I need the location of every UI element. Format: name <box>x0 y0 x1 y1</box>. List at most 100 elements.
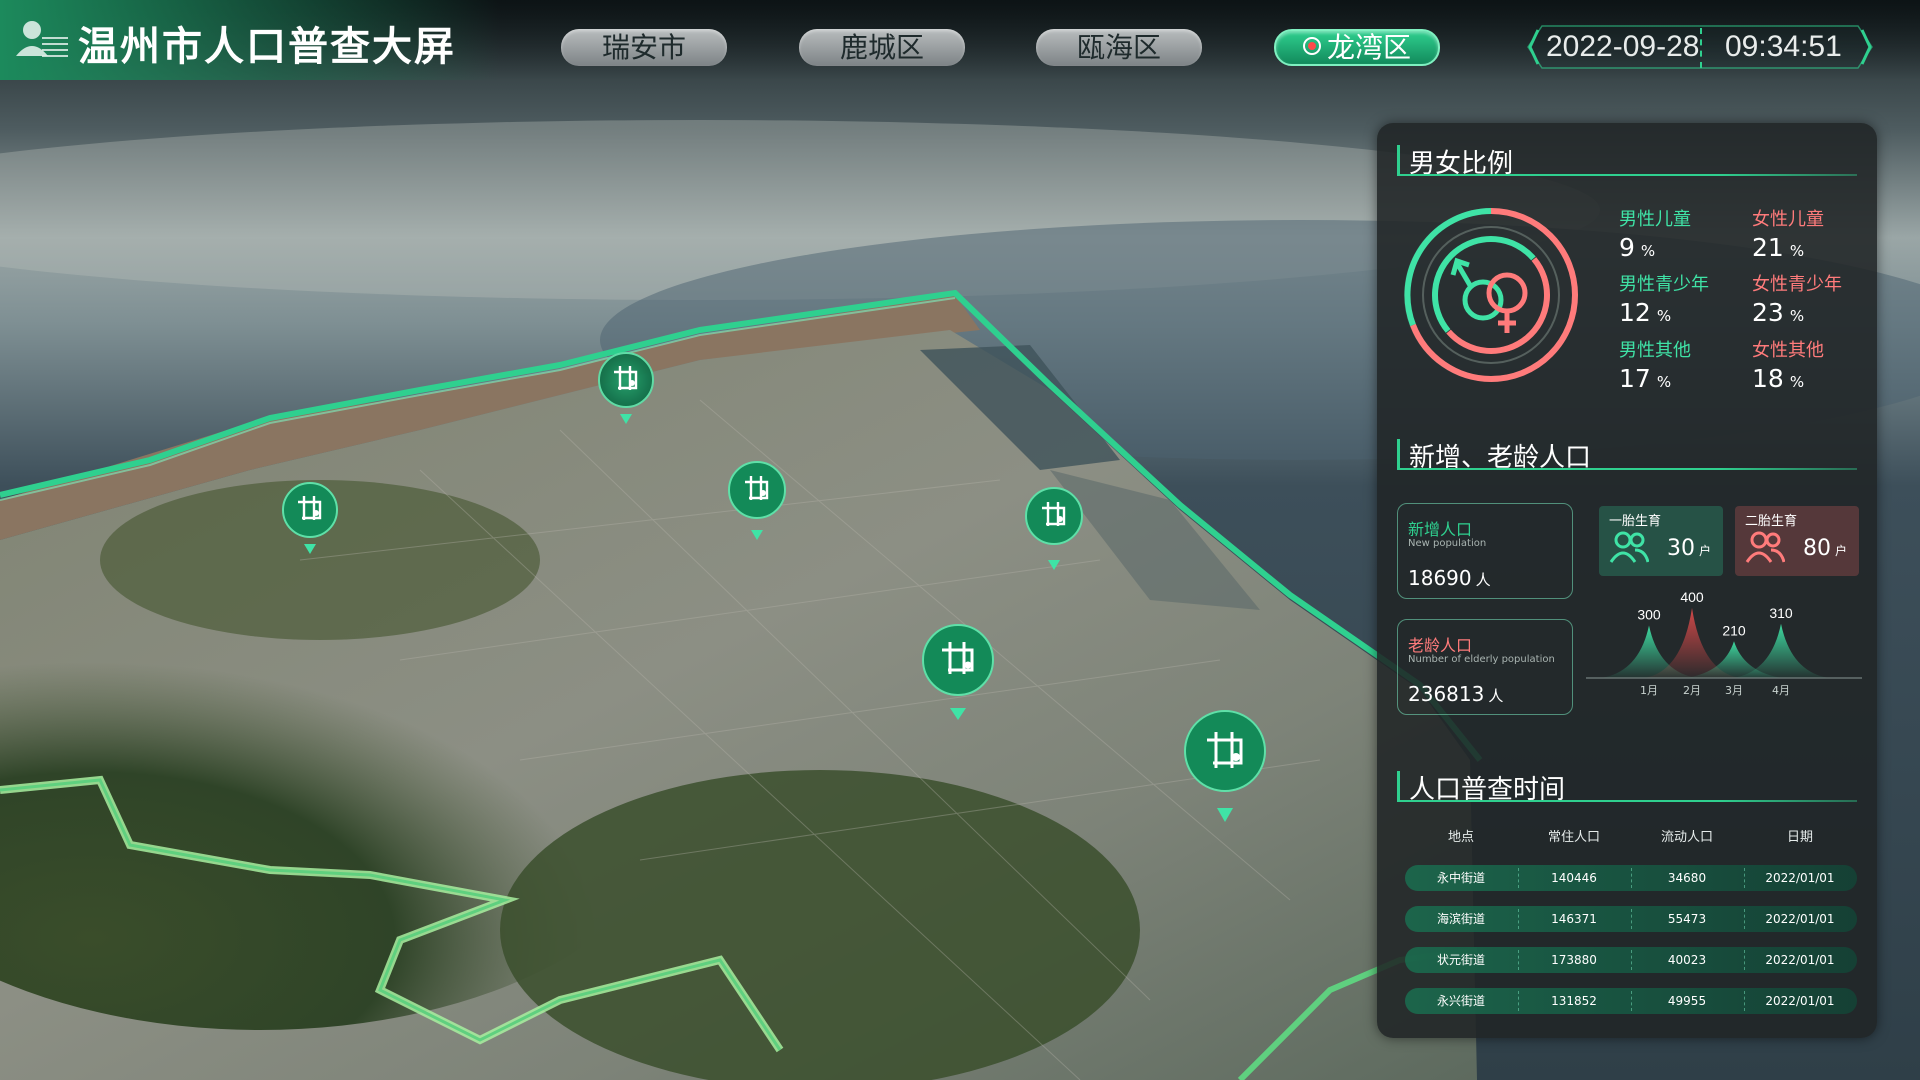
new-population-card: 新增人口 New population 18690 人 <box>1397 503 1573 599</box>
stat-number: 23 <box>1752 298 1784 327</box>
table-row[interactable]: 永中街道 140446 34680 2022/01/01 <box>1405 865 1857 891</box>
table-header: 日期 <box>1786 830 1813 845</box>
table-row[interactable]: 海滨街道 146371 55473 2022/01/01 <box>1405 906 1857 932</box>
table-cell: 永兴街道 <box>1436 994 1485 1008</box>
stat-female-teen: 女性青少年 23% <box>1752 270 1872 327</box>
gender-ratio-ring <box>1404 208 1578 382</box>
page-title: 温州市人口普查大屏 <box>78 24 456 70</box>
card-unit: 人 <box>1488 687 1504 705</box>
x-tick-label: 4月 <box>1772 684 1790 697</box>
table-cell: 34680 <box>1667 871 1707 885</box>
table-cell: 173880 <box>1551 953 1597 967</box>
stat-number: 12 <box>1619 298 1651 327</box>
title-banner: 温州市人口普查大屏 <box>0 0 500 80</box>
card-sublabel: New population <box>1408 538 1487 549</box>
birth-value: 80 户 <box>1803 536 1847 561</box>
data-label: 310 <box>1769 605 1793 621</box>
card-value: 18690 人 <box>1408 566 1491 590</box>
table-cell: 海滨街道 <box>1436 912 1485 926</box>
tab-label: 鹿城区 <box>839 31 924 64</box>
stat-number: 17 <box>1619 364 1651 393</box>
elderly-population-card: 老龄人口 Number of elderly population 236813… <box>1397 619 1573 715</box>
stat-value: 12% <box>1619 298 1739 327</box>
tab-label: 瑞安市 <box>601 31 686 64</box>
stat-label: 男性其他 <box>1619 340 1691 361</box>
section-divider <box>1397 800 1857 802</box>
table-cell: 146371 <box>1551 912 1597 926</box>
stat-number: 18 <box>1752 364 1784 393</box>
date-text: 2022-09-28 <box>1546 30 1700 63</box>
stats-panel: 男女比例 男性儿童 9% 女性儿童 21% 男性青少年 12% 女性青少年 23% 男性… <box>1377 123 1877 1038</box>
stat-unit: % <box>1656 373 1672 391</box>
stat-label: 女性其他 <box>1752 340 1824 361</box>
data-label: 400 <box>1680 589 1704 605</box>
birth-label: 一胎生育 <box>1609 514 1662 529</box>
table-cell: 2022/01/01 <box>1765 912 1835 926</box>
stat-unit: % <box>1656 307 1672 325</box>
stat-unit: % <box>1640 242 1656 260</box>
table-cell: 状元街道 <box>1436 953 1485 967</box>
tab-ouhai[interactable]: 瓯海区 <box>1036 29 1202 66</box>
stat-male-teen: 男性青少年 12% <box>1619 270 1739 327</box>
table-cell: 49955 <box>1667 994 1707 1008</box>
people-icon <box>1745 531 1785 563</box>
table-cell: 131852 <box>1551 994 1597 1008</box>
datetime-divider <box>1700 28 1702 68</box>
table-cell: 40023 <box>1667 953 1707 967</box>
birth-label: 二胎生育 <box>1745 514 1798 529</box>
gender-symbol-icon <box>1450 257 1528 333</box>
table-cell: 55473 <box>1667 912 1707 926</box>
tab-label: 龙湾区 <box>1326 31 1411 64</box>
births-area-chart: 300 1月 400 2月 210 3月 310 4月 <box>1586 589 1862 697</box>
x-tick-label: 2月 <box>1683 684 1701 697</box>
stat-value: 17% <box>1619 364 1739 393</box>
card-number: 236813 <box>1408 682 1485 706</box>
stat-female-other: 女性其他 18% <box>1752 336 1872 393</box>
birth-value: 30 户 <box>1667 536 1711 561</box>
tab-lucheng[interactable]: 鹿城区 <box>799 29 965 66</box>
card-number: 18690 <box>1408 566 1472 590</box>
population-logo-icon <box>16 21 68 57</box>
table-cell: 2022/01/01 <box>1765 953 1835 967</box>
table-header: 常住人口 <box>1547 830 1600 845</box>
birth-unit: 户 <box>1835 544 1848 558</box>
section-divider <box>1397 174 1857 176</box>
datetime-display: 2022-09-28 09:34:51 <box>1526 24 1874 70</box>
stat-label: 男性青少年 <box>1619 274 1709 295</box>
card-value: 236813 人 <box>1408 682 1503 706</box>
birth-number: 80 <box>1803 536 1831 561</box>
card-unit: 人 <box>1475 571 1491 589</box>
table-header: 地点 <box>1447 830 1474 845</box>
table-row[interactable]: 永兴街道 131852 49955 2022/01/01 <box>1405 988 1857 1014</box>
stat-label: 女性青少年 <box>1752 274 1842 295</box>
section-divider <box>1397 468 1857 470</box>
stat-value: 9% <box>1619 233 1739 262</box>
data-label: 300 <box>1637 607 1661 623</box>
stat-unit: % <box>1789 307 1805 325</box>
active-dot-icon <box>1302 37 1321 55</box>
tab-longwan[interactable]: 龙湾区 <box>1274 29 1440 66</box>
tab-ruian[interactable]: 瑞安市 <box>561 29 727 66</box>
table-cell: 140446 <box>1551 871 1597 885</box>
stat-label: 女性儿童 <box>1752 209 1824 230</box>
table-cell: 永中街道 <box>1436 871 1485 885</box>
stat-unit: % <box>1789 242 1805 260</box>
stat-female-children: 女性儿童 21% <box>1752 205 1872 262</box>
second-birth-card: 二胎生育 80 户 <box>1735 506 1859 576</box>
stat-value: 18% <box>1752 364 1872 393</box>
birth-number: 30 <box>1667 536 1695 561</box>
stat-number: 21 <box>1752 233 1784 262</box>
first-birth-card: 一胎生育 30 户 <box>1599 506 1723 576</box>
table-header: 流动人口 <box>1660 830 1713 845</box>
stat-number: 9 <box>1619 233 1635 262</box>
birth-unit: 户 <box>1699 544 1712 558</box>
table-cell: 2022/01/01 <box>1765 871 1835 885</box>
stat-male-children: 男性儿童 9% <box>1619 205 1739 262</box>
stat-label: 男性儿童 <box>1619 209 1691 230</box>
card-label: 新增人口 <box>1408 520 1473 539</box>
table-row[interactable]: 状元街道 173880 40023 2022/01/01 <box>1405 947 1857 973</box>
card-label: 老龄人口 <box>1408 636 1473 655</box>
people-icon <box>1609 531 1649 563</box>
time-text: 09:34:51 <box>1725 30 1842 63</box>
data-label: 210 <box>1722 622 1746 638</box>
